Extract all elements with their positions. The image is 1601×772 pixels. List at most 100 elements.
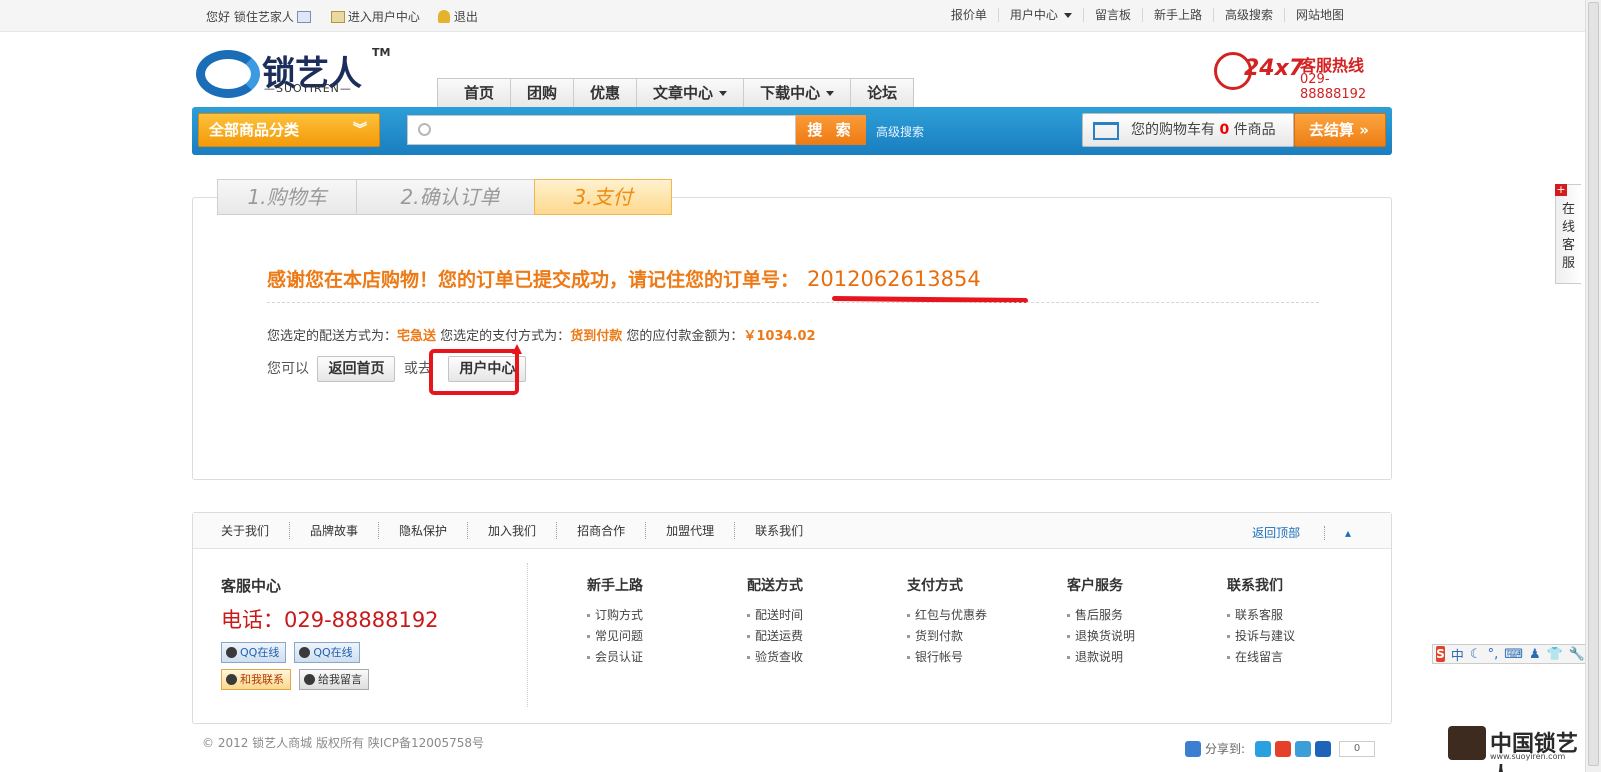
payment-value: 货到付款 <box>570 329 623 344</box>
payment-label: 您选定的支付方式为： <box>440 329 571 344</box>
cart-summary[interactable]: 您的购物车有 0 件商品 <box>1082 113 1294 147</box>
watermark-text: 中国锁艺人 <box>1490 731 1579 772</box>
all-categories-button[interactable]: 全部商品分类 ︾ <box>198 113 380 147</box>
service-title: 客服中心 <box>221 577 282 595</box>
double-chevron-right-icon: » <box>1359 121 1369 139</box>
footer-col-title: 客户服务 <box>1067 578 1123 594</box>
footer-col-link[interactable]: 订购方式 <box>587 605 643 626</box>
service-tel: 电话：029-88888192 <box>221 608 439 632</box>
footer-link-brand-story[interactable]: 品牌故事 <box>289 522 378 539</box>
greeting-text: 您好 锁住艺家人 <box>206 10 294 24</box>
keyboard-icon[interactable]: ⌨ <box>1504 647 1523 662</box>
footer-link-investment[interactable]: 招商合作 <box>556 522 645 539</box>
footer-col-title: 配送方式 <box>747 578 803 594</box>
nav-articles[interactable]: 文章中心 <box>636 79 743 107</box>
logout-link[interactable]: 退出 <box>454 8 478 25</box>
footer-col-link[interactable]: 配送时间 <box>747 605 803 626</box>
footer-link-join[interactable]: 加入我们 <box>467 522 556 539</box>
online-service-tab[interactable]: + 在线客服 <box>1555 184 1581 284</box>
contact-me-button[interactable]: 和我联系 <box>221 669 291 690</box>
scrollbar-thumb[interactable] <box>1588 2 1599 766</box>
quote-list-link[interactable]: 报价单 <box>940 8 998 22</box>
footer-col-link[interactable]: 投诉与建议 <box>1227 626 1295 647</box>
nav-group-buy[interactable]: 团购 <box>510 79 573 107</box>
footer-link-franchise[interactable]: 加盟代理 <box>645 522 734 539</box>
footer-col-title: 支付方式 <box>907 578 963 594</box>
moon-icon[interactable]: ☾ <box>1470 647 1482 662</box>
logo-swirl-icon <box>196 50 260 98</box>
site-logo[interactable]: 锁艺人 TM —SUOYIREN— <box>196 46 391 102</box>
search-input[interactable] <box>407 115 796 145</box>
annotation-highlight-box <box>429 349 519 395</box>
share-plus-icon[interactable] <box>1185 740 1201 757</box>
profile-card-icon[interactable] <box>296 10 311 23</box>
advanced-search-link[interactable]: 高级搜索 <box>1212 8 1284 22</box>
wrench-icon[interactable]: 🔧 <box>1569 647 1585 662</box>
nav-home[interactable]: 首页 <box>438 79 510 107</box>
checkout-label: 去结算 <box>1309 121 1355 139</box>
footer-col-link[interactable]: 会员认证 <box>587 647 643 668</box>
footer-col-link[interactable]: 红包与优惠券 <box>907 605 987 626</box>
logo-english: —SUOYIREN— <box>264 82 352 95</box>
sogou-logo-icon[interactable]: S <box>1436 646 1445 662</box>
footer-col-shipping: 配送方式 配送时间 配送运费 验货查收 <box>747 575 803 668</box>
advanced-search-link[interactable]: 高级搜索 <box>876 123 924 140</box>
checkout-button[interactable]: 去结算 » <box>1294 113 1386 147</box>
service-center: 客服中心 电话：029-88888192 QQ在线 QQ在线 和我联系 给我留言 <box>221 575 439 690</box>
footer-col-title: 新手上路 <box>587 578 643 594</box>
search-button[interactable]: 搜 索 <box>796 115 866 145</box>
footer-col-link[interactable]: 货到付款 <box>907 626 987 647</box>
user-icon[interactable]: ♟ <box>1529 647 1541 662</box>
qq-online-button-1[interactable]: QQ在线 <box>221 642 287 663</box>
footer-col-link[interactable]: 在线留言 <box>1227 647 1295 668</box>
hotline-badge: 24x7 <box>1244 56 1305 81</box>
lock-icon <box>437 10 450 23</box>
nav-forum[interactable]: 论坛 <box>850 79 913 107</box>
cart-prefix: 您的购物车有 <box>1131 122 1215 138</box>
footer-col-link[interactable]: 验货查收 <box>747 647 803 668</box>
amount-label: 您的应付款金额为： <box>626 329 744 344</box>
footer-col-link[interactable]: 退款说明 <box>1067 647 1135 668</box>
qq-online-button-2[interactable]: QQ在线 <box>294 642 360 663</box>
skin-icon[interactable]: 👕 <box>1547 647 1563 662</box>
user-center-menu[interactable]: 用户中心 <box>997 8 1083 22</box>
footer-link-about[interactable]: 关于我们 <box>221 522 289 539</box>
copyright: © 2012 锁艺人商城 版权所有 陕ICP备12005758号 <box>202 736 485 750</box>
step-confirm-order: 2.确认订单 <box>356 179 536 215</box>
weibo-icon[interactable] <box>1275 740 1292 757</box>
renren-icon[interactable] <box>1295 740 1312 757</box>
caret-up-icon: ▴ <box>1323 526 1371 540</box>
nav-articles-label: 文章中心 <box>653 84 714 102</box>
user-center-link[interactable]: 进入用户中心 <box>348 8 420 25</box>
kaixin-icon[interactable] <box>1315 740 1332 757</box>
cart-count: 0 <box>1219 122 1230 138</box>
punctuation-icon[interactable]: °, <box>1488 647 1499 662</box>
footer-col-link[interactable]: 售后服务 <box>1067 605 1135 626</box>
footer-col-link[interactable]: 银行帐号 <box>907 647 987 668</box>
site-map-link[interactable]: 网站地图 <box>1283 8 1355 22</box>
footer-link-privacy[interactable]: 隐私保护 <box>378 522 467 539</box>
footer-col-link[interactable]: 配送运费 <box>747 626 803 647</box>
nav-discount[interactable]: 优惠 <box>573 79 636 107</box>
chevron-down-icon <box>1063 13 1072 18</box>
back-home-button[interactable]: 返回首页 <box>317 356 396 382</box>
footer-col-link[interactable]: 常见问题 <box>587 626 643 647</box>
plus-icon: + <box>1555 183 1567 196</box>
back-to-top-link[interactable]: 返回顶部 ▴ <box>1252 524 1371 541</box>
qzone-icon[interactable] <box>1255 740 1272 757</box>
ime-mode-toggle[interactable]: 中 <box>1451 645 1464 664</box>
footer-col-link[interactable]: 联系客服 <box>1227 605 1295 626</box>
footer-col-link[interactable]: 退换货说明 <box>1067 626 1135 647</box>
actions-prefix: 您可以 <box>267 361 309 377</box>
message-board-link[interactable]: 留言板 <box>1082 8 1142 22</box>
footer-link-contact[interactable]: 联系我们 <box>734 522 823 539</box>
vertical-scrollbar[interactable] <box>1585 0 1601 772</box>
nav-home-label: 首页 <box>464 84 495 102</box>
leave-message-button[interactable]: 给我留言 <box>299 669 369 690</box>
beginner-guide-link[interactable]: 新手上路 <box>1141 8 1213 22</box>
step-cart: 1.购物车 <box>217 179 357 215</box>
nav-downloads[interactable]: 下载中心 <box>743 79 850 107</box>
footer-col-payment: 支付方式 红包与优惠券 货到付款 银行帐号 <box>907 575 987 668</box>
footer-divider <box>527 563 528 707</box>
shipping-label: 您选定的配送方式为： <box>267 329 398 344</box>
